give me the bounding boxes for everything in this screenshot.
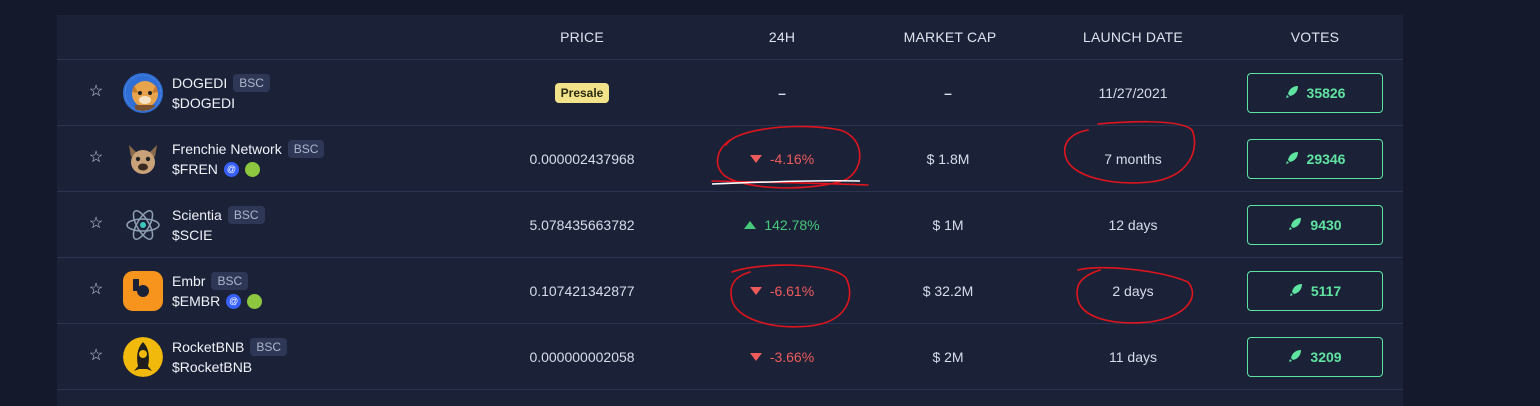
header-price[interactable]: PRICE: [502, 15, 662, 60]
chain-badge: BSC: [227, 206, 265, 224]
vote-button[interactable]: 5117: [1247, 271, 1383, 311]
market-cap-cell: $ 2M: [932, 349, 964, 365]
price-cell: 0.000002437968: [529, 151, 635, 167]
table-row[interactable]: ☆ RocketBNB BSC $RocketBNB 0.00000000205…: [57, 324, 1403, 390]
header-24h[interactable]: 24H: [702, 15, 862, 60]
presale-badge: Presale: [554, 83, 610, 103]
table-row[interactable]: ☆ DOGEDI BSC $DOGEDI Presale – – 11/27/2…: [57, 60, 1403, 126]
coin-name[interactable]: DOGEDI: [172, 75, 227, 91]
header-market-cap[interactable]: MARKET CAP: [870, 15, 1030, 60]
launch-date-cell: 7 months: [1104, 151, 1162, 167]
vote-count: 9430: [1310, 217, 1342, 233]
coin-ticker: $FREN: [172, 161, 218, 177]
chain-badge: BSC: [211, 272, 249, 290]
star-icon[interactable]: ☆: [87, 281, 105, 299]
change-cell: -6.61%: [702, 258, 862, 324]
embr-logo-icon: [123, 271, 163, 311]
coin-name[interactable]: Scientia: [172, 207, 222, 223]
down-triangle-icon: [749, 155, 762, 163]
table-header: PRICE 24H MARKET CAP LAUNCH DATE VOTES: [57, 15, 1403, 60]
rocket-icon: [1288, 349, 1302, 366]
star-icon[interactable]: ☆: [87, 149, 105, 167]
chain-badge: BSC: [233, 74, 270, 92]
change-value: -4.16%: [769, 151, 815, 167]
chain-badge: BSC: [250, 338, 288, 356]
table-row[interactable]: ☆ Embr BSC $EMBR @ 0.107421342877 -6.61%…: [57, 258, 1403, 324]
coin-name[interactable]: RocketBNB: [172, 339, 244, 355]
change-cell: -4.16%: [702, 126, 862, 192]
launch-date-cell: 12 days: [1108, 217, 1158, 233]
header-votes[interactable]: VOTES: [1247, 15, 1383, 60]
star-icon[interactable]: ☆: [87, 215, 105, 233]
atom-logo-icon: [123, 205, 163, 245]
rocket-icon: [1288, 217, 1302, 234]
change-cell: -3.66%: [702, 324, 862, 390]
coin-ticker: $SCIE: [172, 227, 213, 243]
market-cap-cell: $ 32.2M: [922, 283, 974, 299]
coin-table: PRICE 24H MARKET CAP LAUNCH DATE VOTES ☆…: [57, 15, 1403, 406]
header-launch-date[interactable]: LAUNCH DATE: [1053, 15, 1213, 60]
vote-button[interactable]: 3209: [1247, 337, 1383, 377]
frenchie-dog-logo-icon: [123, 139, 163, 179]
market-cap-cell: $ 1.8M: [926, 151, 970, 167]
table-row[interactable]: ☆ Frenchie Network BSC $FREN @ 0.0000024…: [57, 126, 1403, 192]
vote-button[interactable]: 9430: [1247, 205, 1383, 245]
rocket-icon: [1285, 151, 1299, 168]
launch-date-cell: 2 days: [1112, 283, 1154, 299]
price-cell: 5.078435663782: [529, 217, 635, 233]
change-cell: 142.78%: [702, 192, 862, 258]
down-triangle-icon: [749, 287, 762, 295]
coin-name[interactable]: Embr: [172, 273, 205, 289]
vote-count: 5117: [1310, 283, 1342, 299]
coinmarketcap-icon[interactable]: @: [223, 161, 239, 177]
market-cap-cell: –: [944, 85, 952, 101]
price-cell: Presale: [502, 60, 662, 126]
table-row[interactable]: ☆ Scientia BSC $SCIE 5.078435663782 142.…: [57, 192, 1403, 258]
coin-ticker: $EMBR: [172, 293, 221, 309]
coingecko-icon[interactable]: [244, 161, 260, 177]
change-cell: –: [778, 85, 786, 101]
star-icon[interactable]: ☆: [87, 347, 105, 365]
coin-ticker: $RocketBNB: [172, 359, 253, 375]
vote-count: 35826: [1306, 85, 1346, 101]
launch-date-cell: 11 days: [1109, 349, 1157, 365]
vote-count: 29346: [1306, 151, 1346, 167]
dogedi-logo-icon: [123, 73, 163, 113]
launch-date-cell: 11/27/2021: [1098, 85, 1168, 101]
coingecko-icon[interactable]: [247, 293, 263, 309]
vote-button[interactable]: 29346: [1247, 139, 1383, 179]
rocket-icon: [1285, 85, 1299, 102]
market-cap-cell: $ 1M: [932, 217, 964, 233]
up-triangle-icon: [744, 221, 757, 229]
vote-button[interactable]: 35826: [1247, 73, 1383, 113]
rocket-bnb-logo-icon: [123, 337, 163, 377]
coin-name[interactable]: Frenchie Network: [172, 141, 282, 157]
price-cell: 0.000000002058: [529, 349, 635, 365]
chain-badge: BSC: [287, 140, 325, 158]
change-value: -3.66%: [769, 349, 815, 365]
price-cell: 0.107421342877: [529, 283, 635, 299]
coinmarketcap-icon[interactable]: @: [226, 293, 242, 309]
coin-ticker: $DOGEDI: [172, 95, 236, 111]
rocket-icon: [1289, 283, 1303, 300]
down-triangle-icon: [749, 353, 762, 361]
star-icon[interactable]: ☆: [87, 83, 105, 101]
vote-count: 3209: [1310, 349, 1342, 365]
change-value: 142.78%: [764, 217, 820, 233]
change-value: -6.61%: [769, 283, 815, 299]
